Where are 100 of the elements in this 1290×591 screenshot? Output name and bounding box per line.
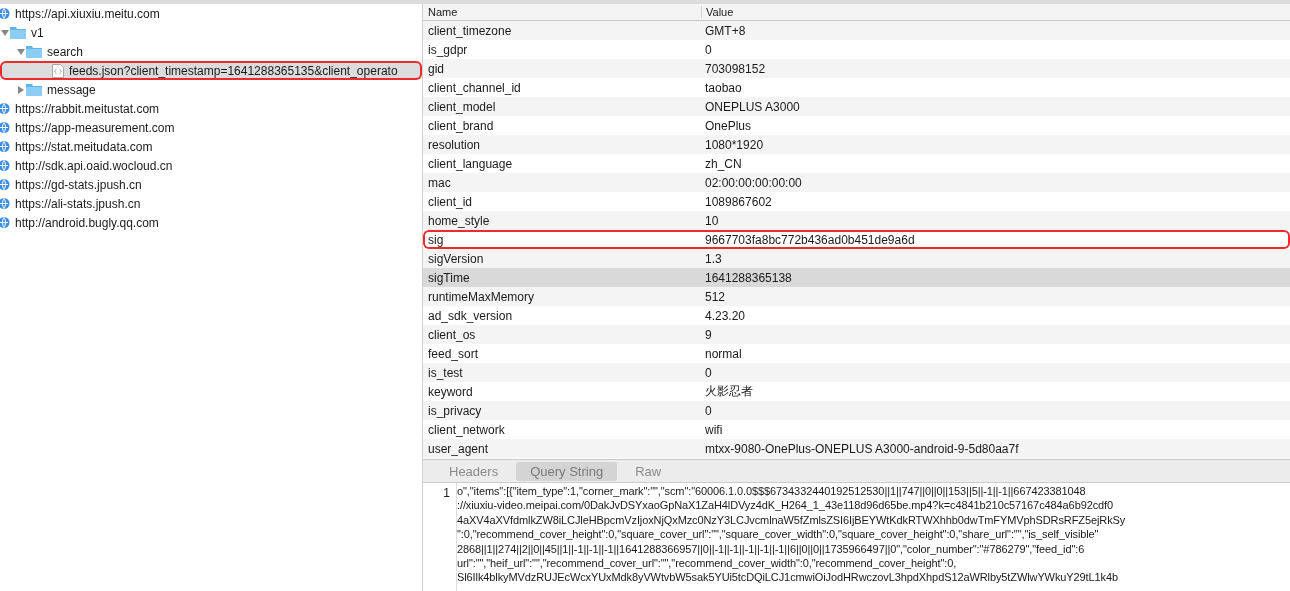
tree-label: feeds.json?client_timestamp=1641288365135&client_operato: [69, 63, 398, 78]
tree-row[interactable]: http://android.bugly.qq.com: [0, 213, 422, 232]
param-value: 火影忍者: [704, 383, 754, 400]
param-value: 9667703fa8bc772b436ad0b451de9a6d: [704, 232, 916, 247]
param-name: client_timezone: [427, 23, 513, 38]
param-value: 1089867602: [704, 194, 773, 209]
tree-label: https://api.xiuxiu.meitu.com: [15, 6, 160, 21]
param-name: client_network: [427, 422, 506, 437]
param-name: home_style: [427, 213, 491, 228]
param-value: 1.3: [704, 251, 723, 266]
table-row[interactable]: mac 02:00:00:00:00:00: [423, 173, 1290, 192]
tree-row[interactable]: https://app-measurement.com: [0, 118, 422, 137]
tree-label: https://gd-stats.jpush.cn: [15, 177, 142, 192]
param-value: ONEPLUS A3000: [704, 99, 801, 114]
param-value: zh_CN: [704, 156, 743, 171]
table-row[interactable]: sigTime 1641288365138: [423, 268, 1290, 287]
param-name: sigVersion: [427, 251, 485, 266]
tree-label: https://app-measurement.com: [15, 120, 175, 135]
folder-icon: [26, 45, 42, 58]
tree-row[interactable]: v1: [0, 23, 422, 42]
param-name: feed_sort: [427, 346, 480, 361]
tree-row[interactable]: https://ali-stats.jpush.cn: [0, 194, 422, 213]
tree-row[interactable]: search: [0, 42, 422, 61]
table-row[interactable]: resolution 1080*1920: [423, 135, 1290, 154]
param-name: resolution: [427, 137, 482, 152]
param-value: 1641288365138: [704, 270, 793, 285]
param-value: 9: [704, 327, 713, 342]
disclosure-triangle-icon[interactable]: [16, 46, 26, 57]
tree-label: http://sdk.api.oaid.wocloud.cn: [15, 158, 173, 173]
param-value: GMT+8: [704, 23, 747, 38]
param-value: 512: [704, 289, 727, 304]
code-line: ":0,"recommend_cover_height":0,"square_cover_url":"","square_cover_width":0,"square_cover_height":0,"share_url":"","is_self_visible": [457, 527, 1100, 542]
param-value: normal: [704, 346, 743, 361]
param-name: is_gdpr: [427, 42, 469, 57]
param-name: client_language: [427, 156, 514, 171]
tree-label: message: [47, 82, 96, 97]
param-name: sig: [427, 232, 445, 247]
table-row[interactable]: user_agent mtxx-9080-OnePlus-ONEPLUS A3000-android-9-5d80aa7f: [423, 439, 1290, 458]
table-row[interactable]: is_privacy 0: [423, 401, 1290, 420]
tree-row[interactable]: https://gd-stats.jpush.cn: [0, 175, 422, 194]
file-icon: [52, 63, 64, 78]
disclosure-triangle-icon[interactable]: [0, 27, 10, 38]
param-name: ad_sdk_version: [427, 308, 514, 323]
table-row[interactable]: sigVersion 1.3: [423, 249, 1290, 268]
param-value: 10: [704, 213, 720, 228]
table-row[interactable]: home_style 10: [423, 211, 1290, 230]
param-name: client_model: [427, 99, 497, 114]
param-value: 4.23.20: [704, 308, 747, 323]
tree-label: https://stat.meitudata.com: [15, 139, 153, 154]
tree-row[interactable]: message: [0, 80, 422, 99]
param-value: 703098152: [704, 61, 767, 76]
table-row[interactable]: gid 703098152: [423, 59, 1290, 78]
param-name: client_channel_id: [427, 80, 522, 95]
code-line: ://xiuxiu-video.meipai.com/0DakJvDSYxaoGpNaX1ZaH4lDVyz4dK_H264_1_43e118d96d65be.mp4?k=c4841b210c57167c484a6b92cdf0: [457, 498, 1115, 513]
param-value: 0: [704, 365, 713, 380]
tree-label: v1: [31, 25, 44, 40]
param-name: sigTime: [427, 270, 471, 285]
code-line: 4aXV4aXVfdmlkZW8iLCJleHBpcmVzIjoxNjQxMzc0NzY3LCJvcmlnaW5fZmlsZSI6IjBEYWtKdkRTWXhhb0dwTmFYMVphSDRsRFZ5ejRkSy: [457, 512, 1127, 528]
param-value: mtxx-9080-OnePlus-ONEPLUS A3000-android-9-5d80aa7f: [704, 441, 1020, 456]
table-row[interactable]: client_timezone GMT+8: [423, 21, 1290, 40]
param-value: 02:00:00:00:00:00: [704, 175, 803, 190]
tree-label: https://rabbit.meitustat.com: [15, 101, 160, 116]
param-name: runtimeMaxMemory: [427, 289, 536, 304]
param-name: client_id: [427, 194, 474, 209]
table-row[interactable]: client_model ONEPLUS A3000: [423, 97, 1290, 116]
param-name: gid: [427, 61, 445, 76]
tree-row[interactable]: feeds.json?client_timestamp=1641288365135&client_operato: [0, 61, 422, 80]
param-name: is_test: [427, 365, 464, 380]
tree-row[interactable]: https://api.xiuxiu.meitu.com: [0, 4, 422, 23]
param-name: user_agent: [427, 441, 490, 456]
column-header[interactable]: Value: [701, 6, 1290, 18]
param-name: client_brand: [427, 118, 495, 133]
table-row[interactable]: client_os 9: [423, 325, 1290, 344]
tree-label: https://ali-stats.jpush.cn: [15, 196, 141, 211]
code-line: url":"","heif_url":"","recommend_cover_url":"","recommend_cover_width":0,"recommend_cover_height":0,: [457, 556, 958, 571]
table-row[interactable]: is_test 0: [423, 363, 1290, 382]
code-line: o","items":[{"item_type":1,"corner_mark":"","scm":"60006.1.0.0$$$6734332440192512530||1||747||0||0||153||5||-1||-1||667423381048: [457, 484, 1087, 499]
param-value: wifi: [704, 422, 724, 437]
disclosure-triangle-icon[interactable]: [16, 84, 26, 95]
tree-row[interactable]: http://sdk.api.oaid.wocloud.cn: [0, 156, 422, 175]
param-name: is_privacy: [427, 403, 483, 418]
tree-label: http://android.bugly.qq.com: [15, 215, 159, 230]
param-value: taobao: [704, 80, 743, 95]
folder-icon: [10, 26, 26, 39]
param-name: keyword: [427, 384, 474, 399]
code-line: 2868||1||274||2||0||45||1||-1||-1||-1||1641288366957||0||-1||-1||-1||-1||-1||6||0||0||1735966497||0","color_number":"#786279","feed_id":6: [457, 541, 1086, 557]
folder-icon: [26, 83, 42, 96]
param-value: 1080*1920: [704, 137, 765, 152]
tree-row[interactable]: https://rabbit.meitustat.com: [0, 99, 422, 118]
param-name: client_os: [427, 327, 477, 342]
tree-row[interactable]: https://stat.meitudata.com: [0, 137, 422, 156]
param-value: 0: [704, 42, 713, 57]
code-line: Sl6Ilk4blkyMVdzRUJEcWcxYUxMdk8yVWtvbW5sak5YUi5tcDQiLCJ1cmwiOiJodHRwczovL3hpdXhpdS12aWRlby5tZWlwYWkuY29tL1k4b: [457, 570, 1120, 585]
param-name: mac: [427, 175, 452, 190]
tree-label: search: [47, 44, 84, 59]
param-value: OnePlus: [704, 118, 753, 133]
column-header[interactable]: Name: [423, 6, 701, 18]
table-row[interactable]: runtimeMaxMemory 512: [423, 287, 1290, 306]
table-row[interactable]: sig 9667703fa8bc772b436ad0b451de9a6d: [423, 230, 1290, 249]
param-value: 0: [704, 403, 713, 418]
